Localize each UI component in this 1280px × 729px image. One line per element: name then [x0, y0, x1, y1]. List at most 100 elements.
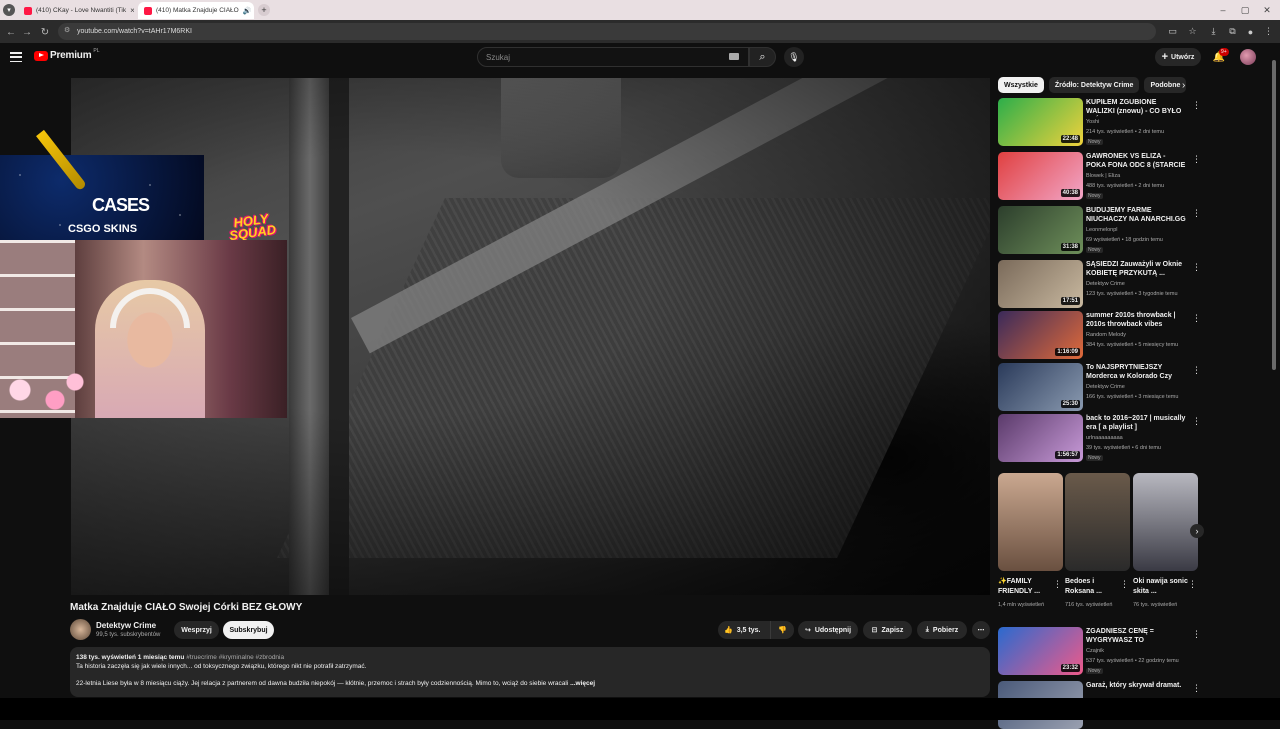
more-options-icon[interactable]: ⋮ — [1192, 683, 1201, 694]
video-thumbnail[interactable]: 25:30 — [998, 363, 1083, 411]
create-button[interactable]: + Utwórz — [1155, 48, 1201, 66]
save-button[interactable]: ⊟ Zapisz — [863, 621, 912, 639]
shorts-next-chevron-icon[interactable]: › — [1190, 524, 1204, 538]
share-button[interactable]: ↪ Udostępnij — [798, 621, 858, 639]
recommended-video[interactable]: 31:38 BUDUJEMY FARME NIUCHACZY NA ANARCHI… — [998, 206, 1201, 254]
search-input[interactable]: Szukaj — [477, 47, 749, 67]
recommended-video[interactable]: 1:16:09 summer 2010s throwback | 2010s th… — [998, 311, 1201, 359]
page-scrollbar[interactable] — [1272, 60, 1276, 370]
new-tab-button[interactable]: + — [258, 4, 270, 16]
more-options-icon[interactable]: ⋮ — [1192, 208, 1201, 219]
recommended-title[interactable]: To NAJSPRYTNIEJSZY Morderca w Kolorado C… — [1086, 363, 1186, 382]
recommended-title[interactable]: BUDUJEMY FARME NIUCHACZY NA ANARCHI.GG — [1086, 206, 1186, 224]
back-icon[interactable]: ← — [4, 25, 18, 39]
recommended-channel[interactable]: Leonmelonpl — [1086, 227, 1118, 233]
extensions-icon[interactable]: ⧉ — [1226, 25, 1239, 38]
video-thumbnail[interactable]: 1:16:09 — [998, 311, 1083, 359]
recommended-title[interactable]: Garaż, który skrywał dramat. — [1086, 681, 1186, 690]
more-options-icon[interactable]: ⋮ — [1188, 579, 1197, 590]
close-window-button[interactable]: ✕ — [1256, 2, 1278, 18]
speaker-icon[interactable]: 🔊 — [243, 7, 252, 15]
more-options-icon[interactable]: ⋮ — [1192, 313, 1201, 324]
forward-icon[interactable]: → — [20, 25, 34, 39]
recommended-title[interactable]: ZGADNIESZ CENĘ = WYGRYWASZ TO — [1086, 627, 1186, 645]
more-actions-icon[interactable]: ⋯ — [972, 621, 990, 639]
subscribe-button[interactable]: Subskrybuj — [223, 621, 274, 639]
short-thumbnail[interactable] — [1065, 473, 1130, 571]
browser-tab-2-active[interactable]: (410) Matka Znajduje CIAŁO 🔊 × — [138, 2, 254, 19]
channel-name[interactable]: Detektyw Crime — [96, 621, 156, 630]
tab-title: (410) Matka Znajduje CIAŁO — [156, 7, 239, 14]
chip-source[interactable]: Źródło: Detektyw Crime — [1048, 77, 1140, 93]
video-thumbnail[interactable]: 40:38 — [998, 152, 1083, 200]
voice-search-mic-icon[interactable]: 🎙 — [784, 47, 804, 67]
reload-icon[interactable]: ↻ — [38, 25, 52, 39]
video-description[interactable]: 138 tys. wyświetleń 1 miesiąc temu #true… — [70, 647, 990, 697]
more-options-icon[interactable]: ⋮ — [1192, 100, 1201, 111]
recommended-video[interactable]: 22:48 KUPIŁEM ZGUBIONE WALIZKI (znowu) - … — [998, 98, 1201, 146]
dislike-button[interactable]: 👎 — [770, 621, 794, 639]
recommended-title[interactable]: KUPIŁEM ZGUBIONE WALIZKI (znowu) - CO BY… — [1086, 98, 1186, 117]
video-thumbnail[interactable]: 17:51 — [998, 260, 1083, 308]
short-thumbnail[interactable] — [1133, 473, 1198, 571]
chips-next-chevron-icon[interactable]: › — [1182, 80, 1185, 91]
recommended-title[interactable]: summer 2010s throwback | 2010s throwback… — [1086, 311, 1186, 329]
recommended-video[interactable]: 23:32 ZGADNIESZ CENĘ = WYGRYWASZ TO Czajni… — [998, 627, 1201, 675]
chip-related[interactable]: Podobne — [1144, 77, 1187, 93]
short-title[interactable]: ✨FAMILY FRIENDLY ... — [998, 577, 1054, 597]
more-options-icon[interactable]: ⋮ — [1120, 579, 1129, 590]
url-bar[interactable]: ⚙ youtube.com/watch?v=tAHr17M6RKI — [58, 23, 1156, 40]
recommended-video[interactable]: 1:56:57 back to 2016~2017 | musically era… — [998, 414, 1201, 462]
more-options-icon[interactable]: ⋮ — [1192, 629, 1201, 640]
video-thumbnail[interactable]: 1:56:57 — [998, 414, 1083, 462]
recommended-video[interactable]: 25:30 To NAJSPRYTNIEJSZY Morderca w Kolor… — [998, 363, 1201, 411]
close-tab-icon[interactable]: × — [130, 6, 134, 15]
desc-tags[interactable]: #truecrime #kryminalne #zbrodnia — [186, 654, 284, 661]
more-options-icon[interactable]: ⋮ — [1192, 365, 1201, 376]
more-options-icon[interactable]: ⋮ — [1192, 416, 1201, 427]
recommended-video[interactable]: 17:51 SĄSIEDZI Zauważyli w Oknie KOBIETĘ … — [998, 260, 1201, 308]
download-icon[interactable]: ⤓ — [1207, 25, 1220, 38]
recommended-title[interactable]: SĄSIEDZI Zauważyli w Oknie KOBIETĘ PRZYK… — [1086, 260, 1186, 278]
hamburger-menu-icon[interactable] — [10, 52, 22, 62]
short-thumbnail[interactable] — [998, 473, 1063, 571]
maximize-button[interactable]: ▢ — [1234, 2, 1256, 18]
more-options-icon[interactable]: ⋮ — [1053, 579, 1062, 590]
recommended-channel[interactable]: Czajnik — [1086, 648, 1104, 654]
browser-tab-1[interactable]: (410) CKay - Love Nwantiti (Tik × — [18, 2, 134, 19]
recommended-channel[interactable]: Detektyw Crime — [1086, 384, 1125, 390]
more-options-icon[interactable]: ⋮ — [1192, 154, 1201, 165]
video-thumbnail[interactable]: 23:32 — [998, 627, 1083, 675]
recommended-channel[interactable]: Random Melody — [1086, 332, 1126, 338]
recommended-channel[interactable]: Blowek | Eliza — [1086, 173, 1120, 179]
browser-menu-icon[interactable]: ⋮ — [1262, 25, 1275, 38]
tab-search-button[interactable]: ▾ — [3, 4, 15, 16]
bookmark-star-icon[interactable]: ☆ — [1186, 25, 1199, 38]
cast-icon[interactable]: ▭ — [1166, 25, 1179, 38]
short-title[interactable]: Bedoes i Roksana ... — [1065, 577, 1121, 597]
recommended-title[interactable]: GAWRONEK VS ELIZA - POKA FONA ODC 8 (STA… — [1086, 152, 1186, 171]
channel-avatar[interactable] — [70, 619, 91, 640]
youtube-premium-logo[interactable]: Premium PL — [34, 48, 100, 61]
chip-all[interactable]: Wszystkie — [998, 77, 1044, 93]
more-options-icon[interactable]: ⋮ — [1192, 262, 1201, 273]
recommended-channel[interactable]: urlnaaaaaaaaa — [1086, 435, 1123, 441]
account-avatar[interactable] — [1240, 49, 1256, 65]
new-badge: Nowy — [1086, 668, 1103, 674]
screen-bottom-bar — [0, 698, 1280, 720]
join-button[interactable]: Wesprzyj — [174, 621, 219, 639]
download-button[interactable]: ⤓ Pobierz — [917, 621, 967, 639]
recommended-channel[interactable]: Detektyw Crime — [1086, 281, 1125, 287]
site-info-icon[interactable]: ⚙ — [64, 26, 70, 34]
profile-icon[interactable]: ● — [1244, 25, 1257, 38]
video-thumbnail[interactable]: 31:38 — [998, 206, 1083, 254]
recommended-video[interactable]: 40:38 GAWRONEK VS ELIZA - POKA FONA ODC 8… — [998, 152, 1201, 200]
recommended-channel[interactable]: Yoshi — [1086, 119, 1099, 125]
short-title[interactable]: Oki nawija sonic skita ... — [1133, 577, 1189, 597]
desc-more-button[interactable]: ...więcej — [570, 680, 595, 687]
video-thumbnail[interactable]: 22:48 — [998, 98, 1083, 146]
keyboard-icon[interactable] — [729, 53, 739, 60]
search-button[interactable]: ⌕ — [749, 47, 776, 67]
recommended-title[interactable]: back to 2016~2017 | musically era [ a pl… — [1086, 414, 1186, 432]
minimize-button[interactable]: – — [1212, 2, 1234, 18]
